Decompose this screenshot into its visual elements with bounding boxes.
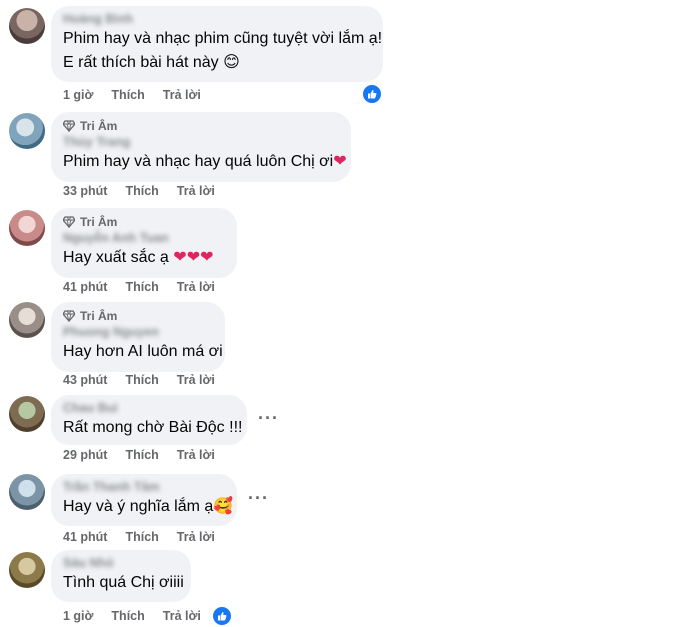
heart-icon: ❤ <box>173 249 187 266</box>
comment-text: Hay xuất sắc ạ ❤❤❤ <box>63 246 225 270</box>
comment-text-line-1: Phim hay và nhạc phim cũng tuyệt vời lắm… <box>63 30 383 47</box>
smiling-face-with-hearts-icon: 🥰 <box>213 498 234 515</box>
heart-icon: ❤ <box>333 153 347 170</box>
comment-bubble: Sáu Nhỏ Tình quá Chị ơiiii <box>51 550 191 602</box>
badge-label: Tri Âm <box>80 215 118 229</box>
commenter-name[interactable]: Nguyễn Anh Tuan <box>63 230 225 246</box>
comment-text: Hay hơn AI luôn má ơi <box>63 343 223 360</box>
comment-bubble: Chau Bui Rất mong chờ Bài Độc !!! <box>51 395 247 445</box>
comment-actions: 1 giờ Thích Trả lời <box>63 609 219 623</box>
avatar[interactable] <box>9 552 45 588</box>
reply-link[interactable]: Trả lời <box>177 530 215 544</box>
like-link[interactable]: Thích <box>111 609 144 623</box>
top-fan-badge: Tri Âm <box>63 308 213 324</box>
like-link[interactable]: Thích <box>125 280 158 294</box>
like-link[interactable]: Thích <box>125 530 158 544</box>
comment-text-line-2: E rất thích bài hát này 😊 <box>63 54 240 71</box>
commenter-name[interactable]: Chau Bui <box>63 400 235 416</box>
avatar[interactable] <box>9 8 45 44</box>
timestamp[interactable]: 41 phút <box>63 280 107 294</box>
comment-text-body: Phim hay và nhạc hay quá luôn Chị ơi <box>63 153 334 170</box>
timestamp[interactable]: 41 phút <box>63 530 107 544</box>
commenter-name[interactable]: Phuong Nguyen <box>63 324 213 340</box>
avatar[interactable] <box>9 474 45 510</box>
reply-link[interactable]: Trả lời <box>177 373 215 387</box>
comment-actions: 33 phút Thích Trả lời <box>63 184 233 198</box>
more-options-icon[interactable]: ··· <box>258 409 279 427</box>
comment-text: Hay và ý nghĩa lắm ạ🥰 <box>63 495 233 519</box>
comment-actions: 43 phút Thích Trả lời <box>63 373 233 387</box>
like-reaction-icon[interactable] <box>362 84 382 104</box>
comment-text: Tình quá Chị ơiiii <box>63 574 184 591</box>
diamond-icon <box>63 120 75 132</box>
comment-text: Rất mong chờ Bài Độc !!! <box>63 419 243 436</box>
like-reaction-icon[interactable] <box>212 606 232 626</box>
badge-label: Tri Âm <box>80 309 118 323</box>
timestamp[interactable]: 43 phút <box>63 373 107 387</box>
comment-text-body: Hay xuất sắc ạ <box>63 249 169 266</box>
avatar[interactable] <box>9 113 45 149</box>
comment-actions: 29 phút Thích Trả lời <box>63 448 233 462</box>
commenter-name[interactable]: Sáu Nhỏ <box>63 555 179 571</box>
reply-link[interactable]: Trả lời <box>163 609 201 623</box>
top-fan-badge: Tri Âm <box>63 214 225 230</box>
commenter-name[interactable]: Hoàng Bình <box>63 11 371 27</box>
heart-icon: ❤ <box>200 249 214 266</box>
comment-bubble: Hoàng Bình Phim hay và nhạc phim cũng tu… <box>51 6 383 82</box>
comment-actions: 1 giờ Thích Trả lời <box>63 88 219 102</box>
comment-bubble: Trần Thanh Tâm Hay và ý nghĩa lắm ạ🥰 <box>51 474 237 526</box>
comment-text: Phim hay và nhạc hay quá luôn Chị ơi❤ <box>63 150 347 174</box>
avatar[interactable] <box>9 396 45 432</box>
timestamp[interactable]: 33 phút <box>63 184 107 198</box>
reply-link[interactable]: Trả lời <box>177 280 215 294</box>
like-link[interactable]: Thích <box>125 448 158 462</box>
diamond-icon <box>63 310 75 322</box>
badge-label: Tri Âm <box>80 119 118 133</box>
diamond-icon <box>63 216 75 228</box>
reply-link[interactable]: Trả lời <box>177 448 215 462</box>
comment-actions: 41 phút Thích Trả lời <box>63 530 233 544</box>
like-link[interactable]: Thích <box>111 88 144 102</box>
avatar[interactable] <box>9 302 45 338</box>
reply-link[interactable]: Trả lời <box>163 88 201 102</box>
commenter-name[interactable]: Trần Thanh Tâm <box>63 479 225 495</box>
heart-icon: ❤ <box>186 249 201 266</box>
comment-bubble: Tri Âm Phuong Nguyen Hay hơn AI luôn má … <box>51 302 225 372</box>
timestamp[interactable]: 29 phút <box>63 448 107 462</box>
timestamp[interactable]: 1 giờ <box>63 88 93 102</box>
like-link[interactable]: Thích <box>125 373 158 387</box>
comment-bubble: Tri Âm Thùy Trang Phim hay và nhạc hay q… <box>51 112 351 182</box>
comment-bubble: Tri Âm Nguyễn Anh Tuan Hay xuất sắc ạ ❤❤… <box>51 208 237 278</box>
reply-link[interactable]: Trả lời <box>177 184 215 198</box>
top-fan-badge: Tri Âm <box>63 118 339 134</box>
more-options-icon[interactable]: ··· <box>248 489 269 507</box>
commenter-name[interactable]: Thùy Trang <box>63 134 339 150</box>
comment-actions: 41 phút Thích Trả lời <box>63 280 233 294</box>
comment-text-body: Hay và ý nghĩa lắm ạ <box>63 498 214 515</box>
timestamp[interactable]: 1 giờ <box>63 609 93 623</box>
avatar[interactable] <box>9 210 45 246</box>
like-link[interactable]: Thích <box>125 184 158 198</box>
